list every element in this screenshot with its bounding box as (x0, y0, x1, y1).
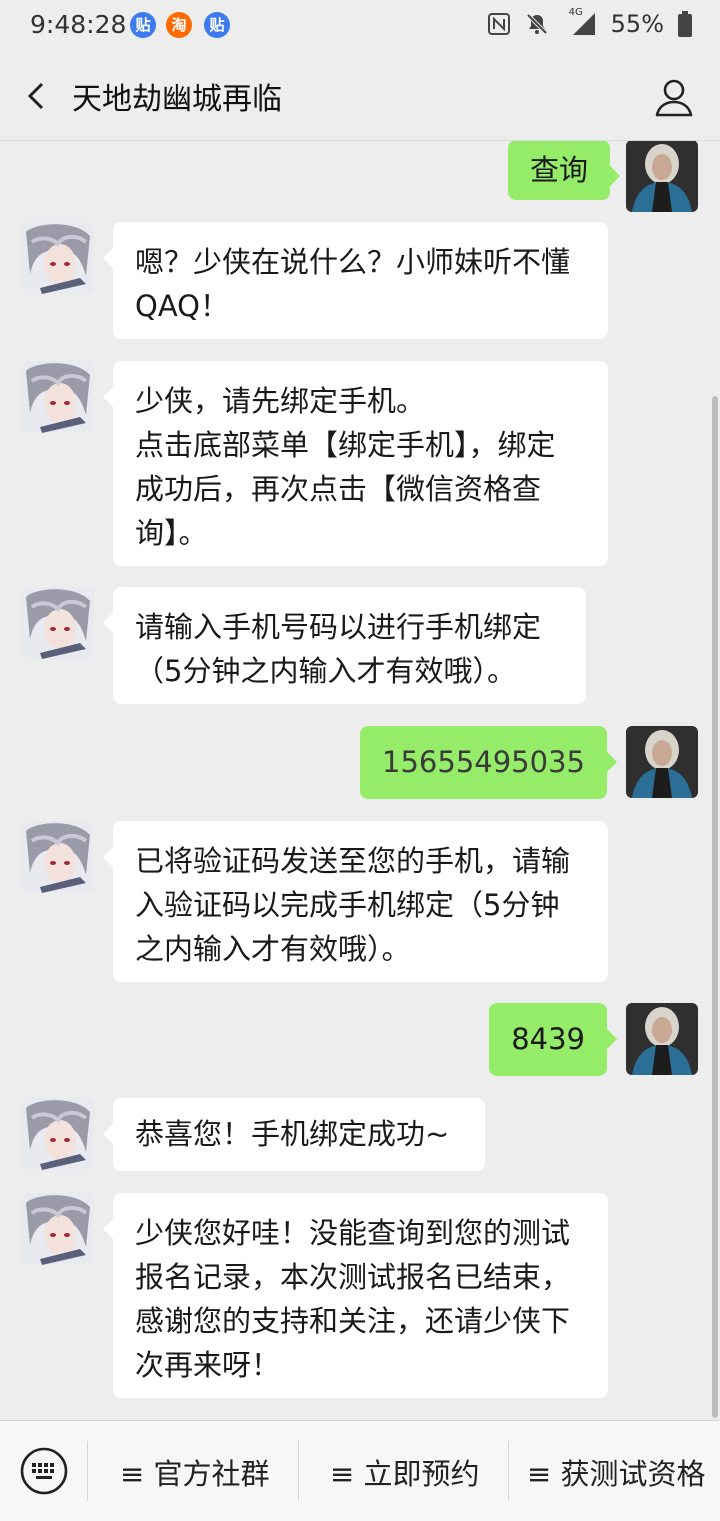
signal-icon: 4G (563, 7, 597, 37)
menu-divider (87, 1441, 88, 1501)
menu-divider (508, 1441, 509, 1501)
bot-avatar[interactable] (22, 222, 94, 294)
user-avatar[interactable] (626, 1003, 698, 1075)
incoming-message[interactable]: 请输入手机号码以进行手机绑定 （5分钟之内输入才有效哦）。 (103, 587, 586, 704)
nfc-icon (487, 13, 510, 35)
tieba-icon: 贴 (204, 12, 230, 38)
bot-avatar[interactable] (22, 1098, 94, 1170)
incoming-message[interactable]: 已将验证码发送至您的手机，请输 入验证码以完成手机绑定（5分钟 之内输入才有效哦… (103, 821, 608, 982)
taobao-icon: 淘 (166, 12, 192, 38)
keyboard-icon[interactable] (20, 1447, 68, 1495)
menu-divider (298, 1441, 299, 1501)
outgoing-message[interactable]: 查询 (507, 141, 621, 200)
menu-official-community[interactable]: ≡ 官方社群 (120, 1451, 270, 1493)
bot-avatar[interactable] (22, 821, 94, 893)
chevron-left-icon[interactable] (16, 74, 60, 118)
bot-avatar[interactable] (22, 1193, 94, 1265)
bottom-menu: ≡ 官方社群 ≡ 立即预约 ≡ 获测试资格 (0, 1420, 720, 1521)
bot-avatar[interactable] (22, 587, 94, 659)
status-bar: 9:48:28 贴 淘 贴 4G 55% (0, 0, 720, 54)
person-icon[interactable] (650, 74, 698, 122)
message-list[interactable]: 查询 嗯？少侠在说什么？小师妹听不懂 QAQ！ 少侠，请先绑定手机。 点击底部菜… (0, 141, 720, 1420)
tieba-icon: 贴 (130, 12, 156, 38)
incoming-message[interactable]: 嗯？少侠在说什么？小师妹听不懂 QAQ！ (103, 222, 608, 339)
menu-get-test-qualification[interactable]: ≡ 获测试资格 (527, 1451, 706, 1493)
battery-icon (678, 11, 692, 37)
scrollbar[interactable] (712, 396, 718, 1418)
chat-header: 天地劫幽城再临 (0, 54, 720, 141)
outgoing-message[interactable]: 15655495035 (360, 726, 617, 799)
menu-reserve-now[interactable]: ≡ 立即预约 (330, 1451, 480, 1493)
page-title: 天地劫幽城再临 (72, 82, 282, 117)
incoming-message[interactable]: 少侠您好哇！没能查询到您的测试 报名记录，本次测试报名已结束， 感谢您的支持和关… (103, 1193, 608, 1398)
bot-avatar[interactable] (22, 361, 94, 433)
battery-level: 55% (610, 10, 664, 38)
user-avatar[interactable] (626, 726, 698, 798)
mute-bell-icon (526, 13, 548, 35)
outgoing-message[interactable]: 8439 (489, 1003, 617, 1076)
user-avatar[interactable] (626, 141, 698, 212)
incoming-message[interactable]: 恭喜您！手机绑定成功~ (103, 1098, 485, 1171)
incoming-message[interactable]: 少侠，请先绑定手机。 点击底部菜单【绑定手机】，绑定 成功后，再次点击【微信资格… (103, 361, 608, 566)
status-time: 9:48:28 (30, 10, 127, 39)
